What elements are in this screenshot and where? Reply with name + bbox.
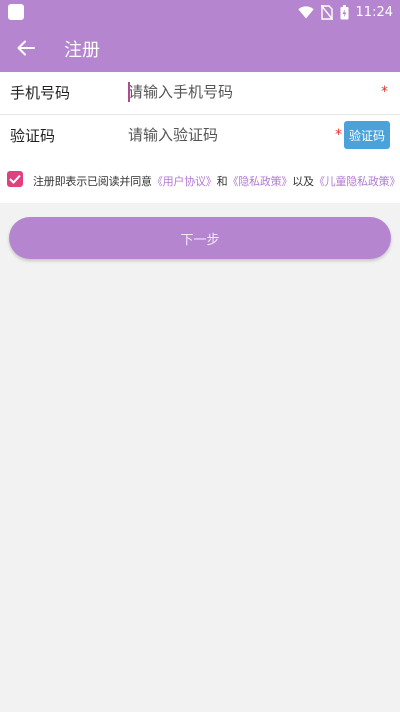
status-time: 11:24 bbox=[355, 4, 393, 20]
text-cursor bbox=[128, 82, 130, 102]
user-agreement-link[interactable]: 《用户协议》 bbox=[152, 175, 217, 188]
agreement-as-well-as: 以及 bbox=[292, 175, 314, 188]
agreement-text: 注册即表示已阅读并同意《用户协议》和《隐私政策》以及《儿童隐私政策》 bbox=[33, 173, 400, 189]
phone-label: 手机号码 bbox=[10, 84, 71, 102]
page-title: 注册 bbox=[64, 40, 100, 61]
back-button[interactable] bbox=[12, 34, 40, 62]
arrow-left-icon bbox=[17, 40, 35, 56]
no-sim-icon bbox=[320, 4, 333, 20]
agreement-and: 和 bbox=[216, 175, 228, 188]
code-required-mark: * bbox=[335, 127, 342, 143]
agreement-prefix: 注册即表示已阅读并同意 bbox=[33, 175, 152, 188]
register-form: 手机号码 * 验证码 * 验证码 bbox=[0, 72, 400, 158]
phone-input[interactable] bbox=[128, 81, 328, 103]
wifi-icon bbox=[297, 5, 314, 18]
privacy-policy-link[interactable]: 《隐私政策》 bbox=[227, 175, 292, 188]
code-row: 验证码 * 验证码 bbox=[0, 115, 400, 158]
app-notification-icon bbox=[8, 4, 24, 20]
phone-required-mark: * bbox=[381, 84, 388, 100]
checkmark-icon bbox=[9, 174, 21, 184]
agreement-checkbox[interactable] bbox=[7, 171, 23, 187]
app-bar: 注册 bbox=[0, 24, 400, 72]
code-label: 验证码 bbox=[10, 127, 56, 145]
agreement-row: 注册即表示已阅读并同意《用户协议》和《隐私政策》以及《儿童隐私政策》 bbox=[0, 157, 400, 203]
next-button[interactable]: 下一步 bbox=[9, 217, 391, 259]
code-input[interactable] bbox=[128, 124, 328, 146]
phone-row: 手机号码 * bbox=[0, 72, 400, 115]
battery-icon bbox=[340, 4, 349, 19]
status-bar: 11:24 bbox=[0, 0, 400, 24]
child-privacy-policy-link[interactable]: 《儿童隐私政策》 bbox=[314, 175, 400, 188]
get-code-button[interactable]: 验证码 bbox=[344, 121, 390, 149]
